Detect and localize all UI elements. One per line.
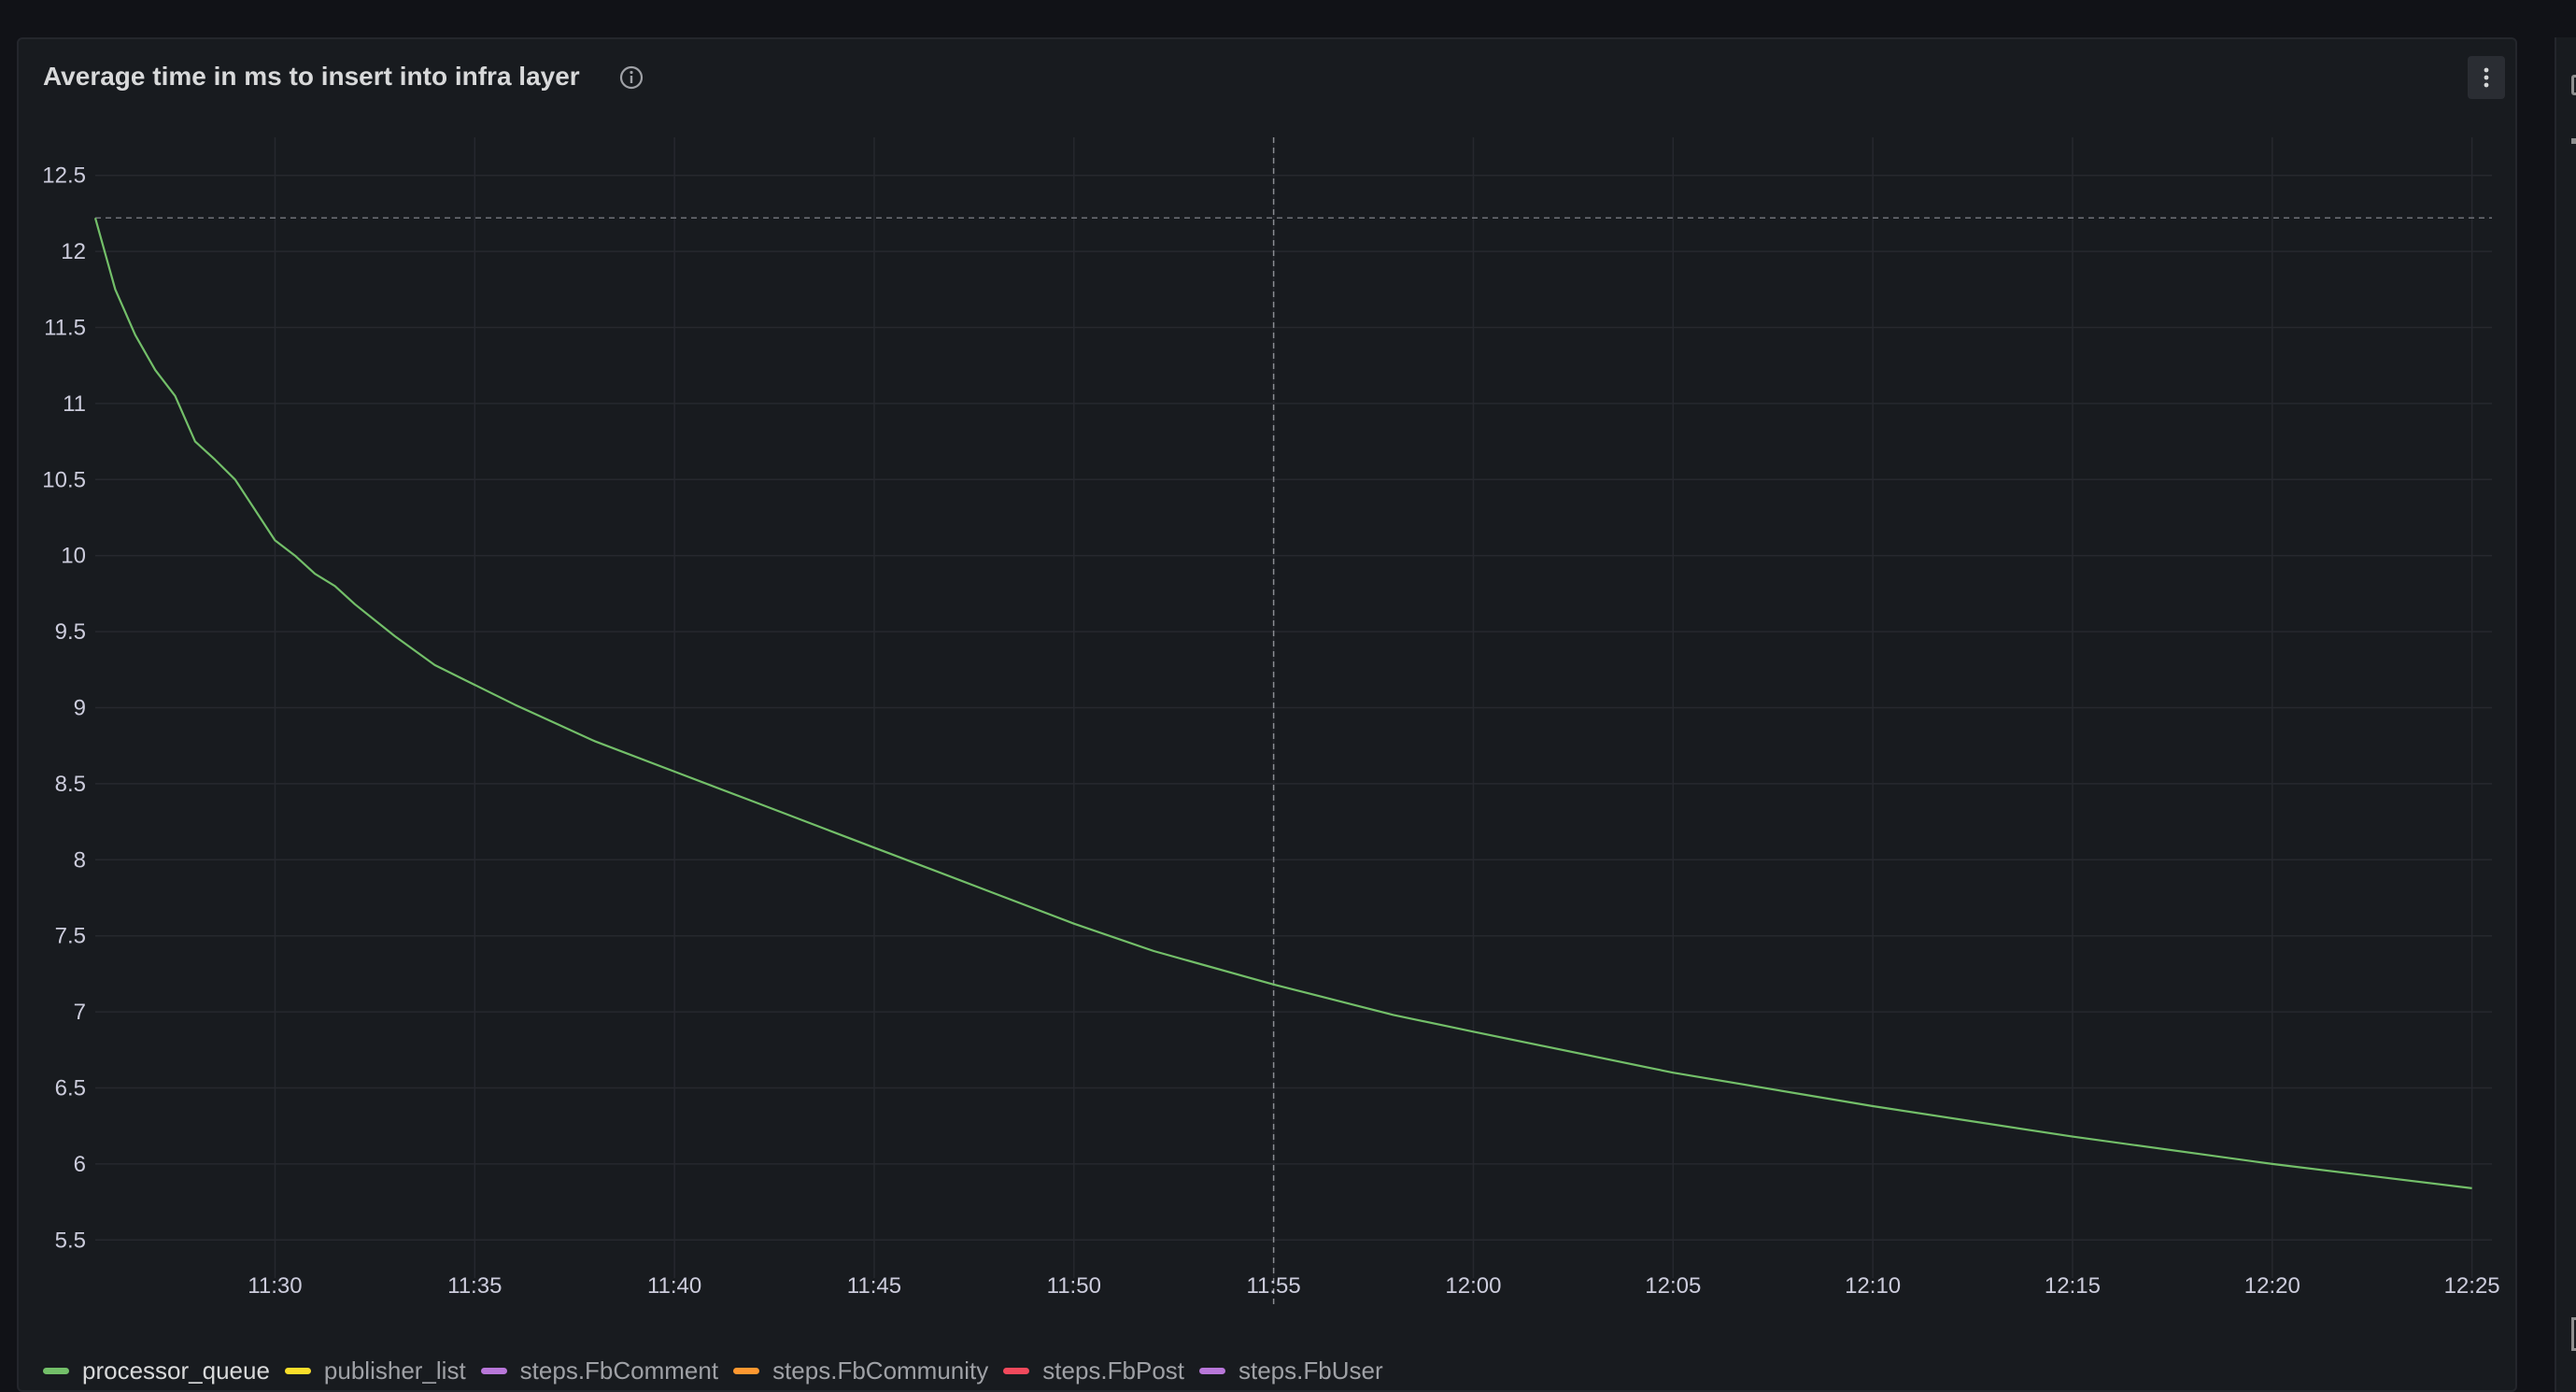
chart-panel: Average time in ms to insert into infra … — [17, 37, 2517, 1392]
x-tick-label: 12:20 — [2244, 1273, 2300, 1299]
chart-legend: processor_queue publisher_list steps.FbCom… — [43, 1356, 1383, 1385]
y-axis-ticks: 5.5 6 6.5 7 7.5 8 8.5 9 9.5 10 10.5 11 11.5 12 12.5 — [42, 163, 86, 1254]
y-tick-label: 8 — [74, 847, 86, 873]
panel-icon — [2571, 75, 2576, 95]
legend-item[interactable]: steps.FbUser — [1199, 1356, 1383, 1385]
x-tick-label: 11:50 — [1047, 1273, 1101, 1299]
x-tick-label: 12:25 — [2444, 1273, 2500, 1299]
legend-label: steps.FbCommunity — [772, 1356, 989, 1385]
adjacent-panel-edge — [2555, 37, 2576, 1392]
x-tick-label: 11:45 — [847, 1273, 901, 1299]
y-tick-label: 9 — [74, 696, 86, 721]
legend-swatch — [480, 1367, 507, 1374]
y-tick-label: 7.5 — [55, 924, 86, 949]
y-tick-label: 7 — [74, 1000, 86, 1025]
chart-series — [93, 218, 2472, 1189]
legend-swatch — [284, 1367, 311, 1374]
legend-item[interactable]: processor_queue — [43, 1356, 270, 1385]
legend-item[interactable]: steps.FbCommunity — [733, 1356, 988, 1385]
legend-label: steps.FbComment — [519, 1356, 719, 1385]
chart-grid — [95, 137, 2492, 1278]
y-tick-label: 12 — [61, 239, 86, 264]
y-tick-label: 5.5 — [55, 1228, 86, 1253]
series-line-processor_queue — [93, 218, 2472, 1189]
x-tick-label: 11:35 — [447, 1273, 502, 1299]
legend-item[interactable]: publisher_list — [284, 1356, 466, 1385]
y-tick-label: 8.5 — [55, 772, 86, 797]
top-bar — [0, 0, 2576, 37]
x-tick-label: 12:10 — [1845, 1273, 1901, 1299]
x-tick-label: 11:30 — [248, 1273, 302, 1299]
legend-swatch — [1003, 1367, 1030, 1374]
y-tick-label: 10 — [61, 544, 86, 569]
y-tick-label: 6 — [74, 1152, 86, 1177]
legend-label: steps.FbPost — [1042, 1356, 1184, 1385]
y-tick-label: 10.5 — [42, 467, 86, 492]
reference-lines — [95, 137, 2492, 1304]
legend-swatch — [1199, 1367, 1225, 1374]
y-tick-label: 12.5 — [42, 163, 86, 189]
y-tick-label: 11 — [63, 391, 86, 417]
legend-label: publisher_list — [323, 1356, 466, 1385]
x-tick-label: 11:40 — [647, 1273, 701, 1299]
legend-label: steps.FbUser — [1238, 1356, 1383, 1385]
x-tick-label: 11:55 — [1246, 1273, 1300, 1299]
x-axis-ticks: 11:30 11:35 11:40 11:45 11:50 11:55 12:00 12:05… — [248, 1273, 2499, 1299]
legend-swatch — [733, 1367, 760, 1374]
x-tick-label: 12:00 — [1445, 1273, 1501, 1299]
x-tick-label: 12:15 — [2045, 1273, 2101, 1299]
legend-item[interactable]: steps.FbPost — [1003, 1356, 1184, 1385]
y-tick-label: 9.5 — [55, 619, 86, 645]
legend-label: processor_queue — [82, 1356, 270, 1385]
panel-marker — [2571, 138, 2576, 144]
y-tick-label: 6.5 — [55, 1076, 86, 1101]
legend-item[interactable]: steps.FbComment — [480, 1356, 719, 1385]
y-tick-label: 11.5 — [44, 316, 86, 341]
panel-bracket — [2571, 1317, 2576, 1351]
x-tick-label: 12:05 — [1645, 1273, 1701, 1299]
line-chart: 5.5 6 6.5 7 7.5 8 8.5 9 9.5 10 10.5 11 11.5 12 12.5 11… — [42, 137, 2500, 1304]
legend-swatch — [43, 1367, 69, 1374]
